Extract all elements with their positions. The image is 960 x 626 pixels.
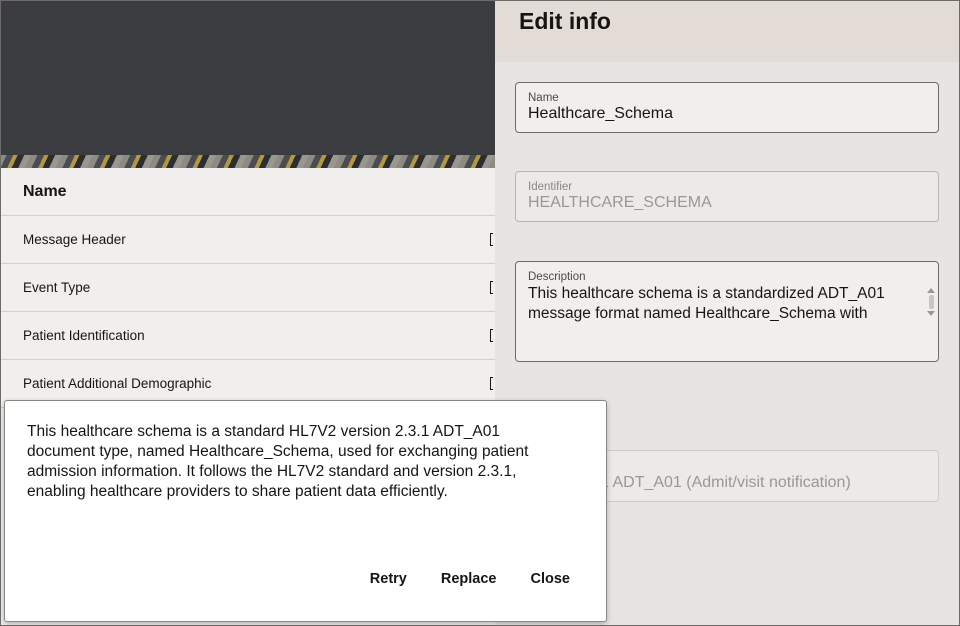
dialog-actions: Retry Replace Close	[370, 571, 570, 587]
close-button[interactable]: Close	[531, 571, 571, 587]
row-cell-partial	[490, 329, 493, 342]
name-field-label: Name	[528, 92, 559, 104]
row-name: Patient Additional Demographic	[23, 376, 212, 391]
name-field[interactable]: Name Healthcare_Schema	[515, 82, 939, 133]
scroll-up-icon[interactable]	[927, 288, 935, 293]
table-row[interactable]: Patient Identification	[0, 312, 495, 360]
document-type-value: 1 ADT_A01 (Admit/visit notification)	[600, 474, 851, 491]
page-banner	[0, 0, 495, 168]
row-cell-partial	[490, 233, 493, 246]
banner-pattern	[0, 155, 495, 168]
table-row[interactable]: Message Header	[0, 216, 495, 264]
description-scrollbar[interactable]	[927, 288, 935, 328]
row-cell-partial	[490, 281, 493, 294]
scroll-thumb[interactable]	[928, 295, 934, 309]
segments-table: Name Message Header Event Type Patient I…	[0, 168, 495, 408]
row-name: Message Header	[23, 232, 126, 247]
name-field-value[interactable]: Healthcare_Schema	[528, 105, 926, 123]
description-field-label: Description	[528, 271, 586, 283]
dialog-message: This healthcare schema is a standard HL7…	[27, 423, 529, 500]
description-field-value[interactable]: This healthcare schema is a standardized…	[528, 284, 926, 324]
row-name: Patient Identification	[23, 328, 145, 343]
row-name: Event Type	[23, 280, 91, 295]
scroll-down-icon[interactable]	[927, 311, 935, 316]
ai-description-dialog: This healthcare schema is a standard HL7…	[4, 400, 607, 622]
column-header-name[interactable]: Name	[23, 183, 67, 201]
row-cell-partial	[490, 377, 493, 390]
drawer-title: Edit info	[519, 8, 611, 34]
identifier-field: Identifier HEALTHCARE_SCHEMA	[515, 171, 939, 222]
drawer-header: Edit info	[495, 0, 960, 62]
identifier-field-label: Identifier	[528, 181, 573, 193]
retry-button[interactable]: Retry	[370, 571, 407, 587]
replace-button[interactable]: Replace	[441, 571, 497, 587]
table-row[interactable]: Event Type	[0, 264, 495, 312]
identifier-field-value: HEALTHCARE_SCHEMA	[528, 194, 712, 211]
table-header: Name	[0, 168, 495, 216]
description-field[interactable]: Description This healthcare schema is a …	[515, 261, 939, 362]
